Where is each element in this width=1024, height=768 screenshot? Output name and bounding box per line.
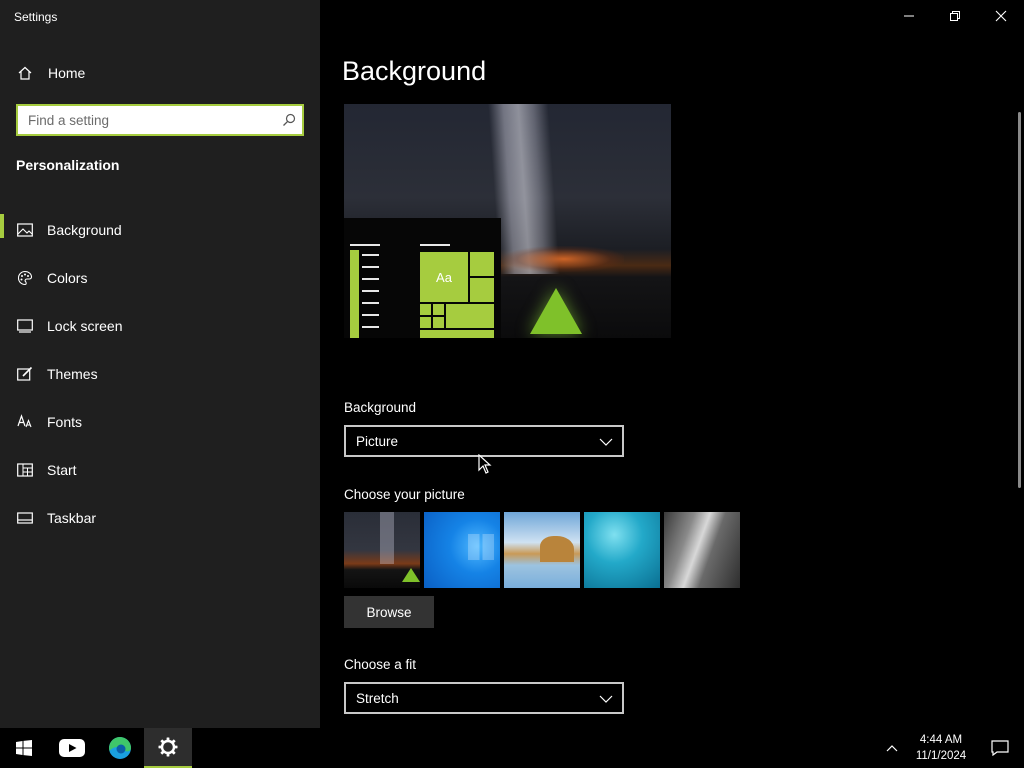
preview-list-line bbox=[362, 290, 379, 292]
sidebar-item-start[interactable]: Start bbox=[0, 446, 320, 494]
settings-gear-icon bbox=[158, 737, 178, 757]
show-hidden-icons-button[interactable] bbox=[878, 728, 906, 768]
minimize-icon bbox=[904, 15, 914, 17]
picture-thumbnail-waterfall[interactable] bbox=[664, 512, 740, 588]
sidebar-item-label: Taskbar bbox=[47, 510, 97, 526]
taskbar-icon bbox=[16, 509, 34, 527]
nav-list: Background Colors Lock screen Themes Fon… bbox=[0, 206, 320, 542]
preview-list-line bbox=[362, 278, 379, 280]
chevron-down-icon bbox=[598, 434, 614, 450]
notification-icon bbox=[991, 740, 1009, 756]
clock[interactable]: 4:44 AM 11/1/2024 bbox=[906, 732, 976, 764]
sidebar: Settings Home Personalization Background… bbox=[0, 0, 320, 728]
sidebar-item-background[interactable]: Background bbox=[0, 206, 320, 254]
palette-icon bbox=[16, 269, 34, 287]
preview-list-strip bbox=[350, 250, 359, 338]
page-title: Background bbox=[342, 56, 487, 86]
sidebar-item-colors[interactable]: Colors bbox=[0, 254, 320, 302]
edge-icon bbox=[109, 737, 131, 759]
sidebar-item-themes[interactable]: Themes bbox=[0, 350, 320, 398]
chevron-down-icon bbox=[598, 691, 614, 707]
windows-start-icon bbox=[16, 740, 32, 756]
close-icon bbox=[995, 10, 1007, 22]
close-button[interactable] bbox=[978, 0, 1024, 32]
preview-list-line bbox=[362, 302, 379, 304]
sidebar-item-label: Start bbox=[47, 462, 77, 478]
window-controls bbox=[886, 0, 1024, 32]
desktop-preview: Aa bbox=[344, 104, 671, 338]
sidebar-item-fonts[interactable]: Fonts bbox=[0, 398, 320, 446]
restore-button[interactable] bbox=[932, 0, 978, 32]
sidebar-item-label: Background bbox=[47, 222, 122, 238]
action-center-button[interactable] bbox=[976, 728, 1024, 768]
background-type-value: Picture bbox=[356, 433, 399, 449]
preview-tile bbox=[420, 317, 431, 328]
preview-tent bbox=[530, 288, 582, 334]
background-type-dropdown[interactable]: Picture bbox=[344, 425, 624, 457]
mouse-cursor-icon bbox=[478, 454, 492, 474]
sidebar-item-label: Themes bbox=[47, 366, 98, 382]
system-tray: 4:44 AM 11/1/2024 bbox=[878, 728, 1024, 768]
taskbar: 4:44 AM 11/1/2024 bbox=[0, 728, 1024, 768]
themes-brush-icon bbox=[16, 365, 34, 383]
picture-thumbnail-windows-blue[interactable] bbox=[424, 512, 500, 588]
section-title: Personalization bbox=[16, 157, 120, 173]
scrollbar[interactable] bbox=[1018, 112, 1021, 488]
preview-list-line bbox=[350, 244, 380, 246]
preview-tile bbox=[470, 252, 494, 276]
restore-icon bbox=[950, 11, 960, 21]
chevron-up-icon bbox=[886, 745, 898, 752]
preview-list-line bbox=[362, 314, 379, 316]
start-layout-icon bbox=[16, 461, 34, 479]
preview-tile bbox=[420, 304, 431, 315]
fit-value: Stretch bbox=[356, 690, 399, 706]
picture-thumbnail-beach[interactable] bbox=[504, 512, 580, 588]
sidebar-item-taskbar[interactable]: Taskbar bbox=[0, 494, 320, 542]
picture-thumbnail-night-sky[interactable] bbox=[344, 512, 420, 588]
youtube-taskbar-button[interactable] bbox=[48, 728, 96, 768]
app-title: Settings bbox=[14, 10, 58, 24]
choose-picture-label: Choose your picture bbox=[344, 487, 465, 502]
lock-screen-icon bbox=[16, 317, 34, 335]
preview-tile bbox=[433, 304, 444, 315]
fit-dropdown[interactable]: Stretch bbox=[344, 682, 624, 714]
preview-tile bbox=[446, 304, 494, 328]
browse-button[interactable]: Browse bbox=[344, 596, 434, 628]
preview-horizon-glow bbox=[504, 246, 624, 272]
edge-taskbar-button[interactable] bbox=[96, 728, 144, 768]
clock-time: 4:44 AM bbox=[919, 734, 963, 746]
background-type-label: Background bbox=[344, 400, 417, 415]
fonts-icon bbox=[16, 413, 34, 431]
home-nav-item[interactable]: Home bbox=[0, 56, 320, 90]
preview-list-line bbox=[362, 254, 379, 256]
sidebar-item-label: Colors bbox=[47, 270, 88, 286]
search-input[interactable] bbox=[18, 106, 276, 134]
clock-date: 11/1/2024 bbox=[915, 750, 967, 762]
preview-tile bbox=[420, 330, 494, 338]
search-icon[interactable] bbox=[276, 113, 302, 127]
preview-tiles-header bbox=[420, 244, 450, 246]
preview-tile bbox=[470, 278, 494, 302]
home-label: Home bbox=[48, 65, 86, 81]
preview-tile bbox=[433, 317, 444, 328]
picture-icon bbox=[16, 221, 34, 239]
sidebar-item-label: Fonts bbox=[47, 414, 83, 430]
start-button[interactable] bbox=[0, 728, 48, 768]
minimize-button[interactable] bbox=[886, 0, 932, 32]
settings-taskbar-button[interactable] bbox=[144, 728, 192, 768]
youtube-icon bbox=[59, 739, 85, 757]
sidebar-item-label: Lock screen bbox=[47, 318, 123, 334]
picture-thumbnail-underwater[interactable] bbox=[584, 512, 660, 588]
preview-list-line bbox=[362, 266, 379, 268]
preview-start-menu: Aa bbox=[344, 218, 501, 338]
picture-thumbnails bbox=[344, 512, 740, 588]
preview-list-line bbox=[362, 326, 379, 328]
choose-fit-label: Choose a fit bbox=[344, 657, 417, 672]
search-box[interactable] bbox=[16, 104, 304, 136]
home-icon bbox=[16, 64, 34, 82]
sidebar-item-lock-screen[interactable]: Lock screen bbox=[0, 302, 320, 350]
preview-tile-aa: Aa bbox=[420, 252, 468, 302]
